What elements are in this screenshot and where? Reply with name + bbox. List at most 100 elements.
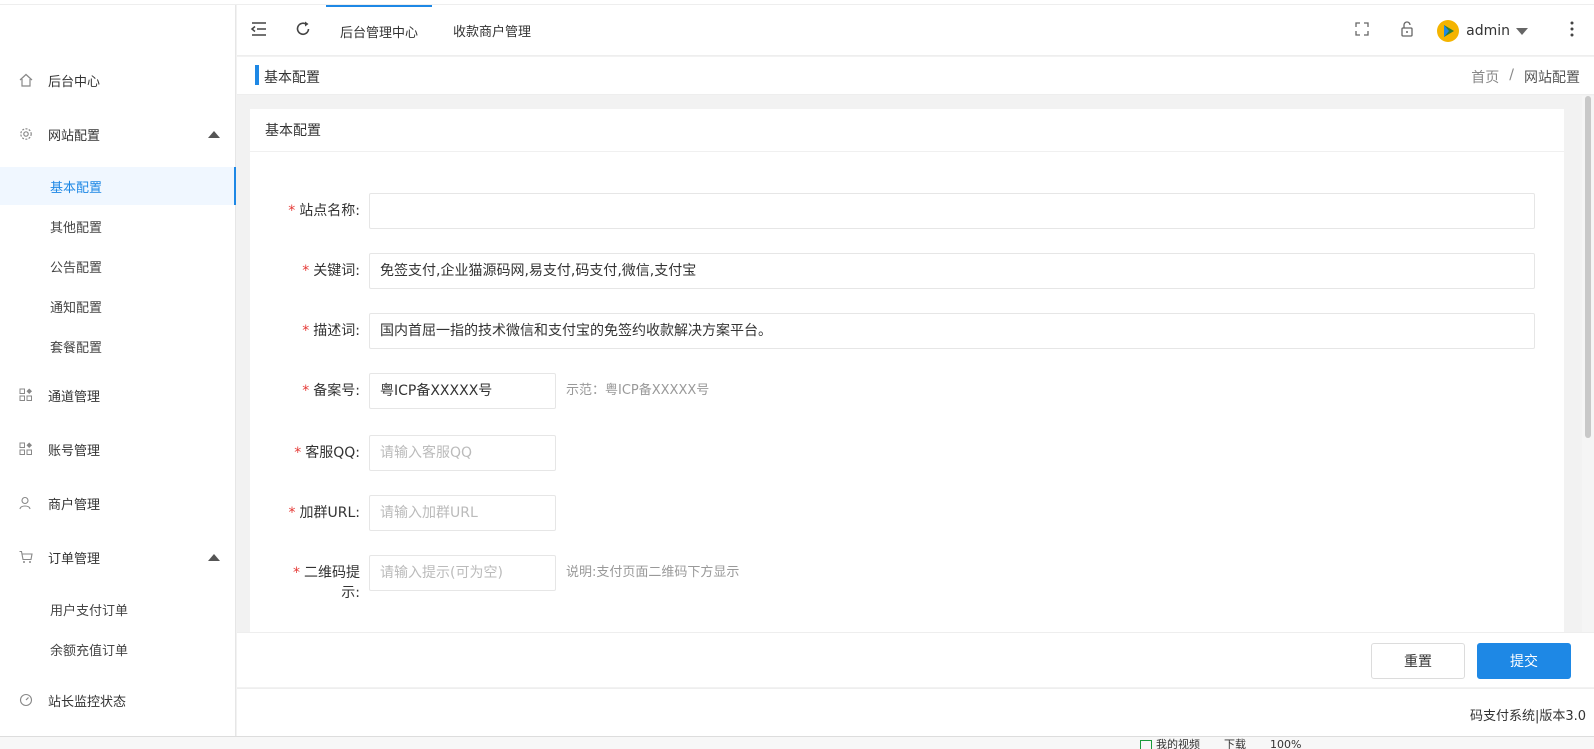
sidebar-subitem-label: 余额充值订单	[50, 643, 129, 659]
statusbar-items: 我的视频 下载 100%	[1140, 739, 1301, 749]
statusbar-my-videos[interactable]: 我的视频	[1140, 739, 1200, 749]
collapse-menu-icon[interactable]	[249, 19, 269, 39]
required-mark: *	[294, 445, 302, 461]
avatar	[1437, 20, 1460, 42]
field-label-text: 关键词:	[313, 263, 360, 279]
card-title: 基本配置	[250, 109, 1564, 152]
required-mark: *	[302, 383, 310, 399]
service-qq-input[interactable]: 请输入客服QQ	[369, 435, 556, 471]
sidebar-subitem-notice-config[interactable]: 公告配置	[0, 247, 236, 285]
submit-button[interactable]: 提交	[1477, 643, 1571, 679]
breadcrumb: 首页 / 网站配置	[1471, 67, 1580, 87]
breadcrumb-home-link[interactable]: 首页	[1471, 67, 1499, 87]
field-label-text: 描述词:	[313, 323, 360, 339]
user-name: admin	[1466, 23, 1510, 39]
user-icon	[19, 496, 31, 510]
tab-merchant-management[interactable]: 收款商户管理	[439, 5, 545, 56]
statusbar-label: 我的视频	[1156, 738, 1200, 749]
basic-config-card: 基本配置 * 站点名称: * 关键词: 免签支付,企业猫源码网,易支付,码支付,微信…	[250, 109, 1564, 681]
top-header: 后台管理中心 收款商户管理 admin	[237, 5, 1594, 56]
sidebar-item-channels[interactable]: 通道管理	[0, 375, 236, 415]
required-mark: *	[288, 203, 296, 219]
sidebar-item-label: 站长监控状态	[48, 694, 127, 710]
sidebar-item-monitor-status[interactable]: 站长监控状态	[0, 680, 236, 720]
qrcode-tip-hint: 说明:支付页面二维码下方显示	[566, 565, 740, 580]
sidebar-subitem-package-config[interactable]: 套餐配置	[0, 327, 236, 365]
sidebar-subitem-label: 通知配置	[50, 300, 103, 316]
sidebar-subitem-label: 用户支付订单	[50, 603, 129, 619]
footer: 码支付系统|版本3.0	[237, 688, 1594, 736]
required-mark: *	[293, 565, 300, 581]
scrollbar-thumb[interactable]	[1585, 96, 1591, 438]
field-label: * 客服QQ:	[250, 443, 360, 463]
statusbar-download[interactable]: 下载	[1224, 739, 1246, 749]
field-label: * 加群URL:	[250, 503, 361, 523]
sidebar-item-label: 商户管理	[48, 497, 101, 513]
user-menu[interactable]: admin	[1436, 17, 1528, 45]
caret-down-icon	[1516, 27, 1528, 35]
gauge-icon	[19, 693, 33, 707]
site-name-input[interactable]	[369, 193, 1535, 229]
page-title: 基本配置	[264, 70, 320, 86]
field-label-text: 客服QQ:	[305, 445, 360, 461]
tab-label: 后台管理中心	[340, 26, 419, 41]
field-label: * 备案号:	[250, 381, 360, 401]
breadcrumb-current: 网站配置	[1524, 70, 1580, 86]
refresh-icon[interactable]	[293, 19, 313, 39]
content-scrollbar[interactable]	[1582, 96, 1594, 681]
page-title-bar: 基本配置 首页 / 网站配置	[237, 57, 1594, 95]
sidebar-item-dashboard[interactable]: 后台中心	[0, 60, 236, 100]
sidebar-item-orders[interactable]: 订单管理	[0, 537, 236, 577]
required-mark: *	[288, 505, 296, 521]
grid-icon	[19, 388, 32, 401]
version-text: 码支付系统|版本3.0	[1469, 709, 1586, 724]
sidebar-item-label: 账号管理	[48, 443, 101, 459]
sidebar: 后台中心 网站配置 基本配置 其他配置 公告配置 通知配置 套餐配置 通道管理 …	[0, 5, 236, 736]
reset-button[interactable]: 重置	[1371, 643, 1465, 679]
main-content: 基本配置 * 站点名称: * 关键词: 免签支付,企业猫源码网,易支付,码支付,微信…	[237, 96, 1594, 681]
cart-icon	[19, 550, 33, 563]
icp-hint: 示范：粤ICP备XXXXX号	[566, 383, 710, 398]
sidebar-item-site-config[interactable]: 网站配置	[0, 114, 236, 154]
field-label-text: 备案号:	[313, 383, 360, 399]
chevron-up-icon	[208, 131, 220, 138]
qrcode-tip-input[interactable]: 请输入提示(可为空)	[369, 555, 556, 591]
tab-admin-center[interactable]: 后台管理中心	[326, 5, 433, 56]
icp-input[interactable]: 粤ICP备XXXXX号	[369, 373, 556, 409]
sidebar-subitem-notify-config[interactable]: 通知配置	[0, 287, 236, 325]
sidebar-item-label: 通道管理	[48, 389, 101, 405]
tab-label: 收款商户管理	[453, 25, 532, 40]
home-icon	[19, 73, 33, 87]
more-vertical-icon[interactable]	[1567, 19, 1577, 39]
sidebar-subitem-label: 公告配置	[50, 260, 103, 276]
app-window: 后台中心 网站配置 基本配置 其他配置 公告配置 通知配置 套餐配置 通道管理 …	[0, 0, 1594, 749]
description-input[interactable]: 国内首屈一指的技术微信和支付宝的免签约收款解决方案平台。	[369, 313, 1535, 349]
sidebar-subitem-other-config[interactable]: 其他配置	[0, 207, 236, 245]
field-label: * 站点名称:	[250, 201, 360, 221]
field-label-text-line2: 示:	[341, 585, 360, 601]
keywords-input[interactable]: 免签支付,企业猫源码网,易支付,码支付,微信,支付宝	[369, 253, 1535, 289]
field-label-text: 加群URL:	[299, 505, 361, 521]
fullscreen-icon[interactable]	[1352, 19, 1372, 39]
sidebar-subitem-label: 其他配置	[50, 220, 103, 236]
sidebar-item-accounts[interactable]: 账号管理	[0, 429, 236, 469]
sidebar-subitem-basic-config[interactable]: 基本配置	[0, 167, 236, 205]
sidebar-item-merchants[interactable]: 商户管理	[0, 483, 236, 523]
sidebar-item-label: 网站配置	[48, 128, 101, 144]
field-label-text: 二维码提	[304, 565, 360, 581]
form-actions: 重置 提交	[237, 632, 1594, 687]
group-url-input[interactable]: 请输入加群URL	[369, 495, 556, 531]
chevron-up-icon	[208, 554, 220, 561]
sidebar-item-label: 后台中心	[48, 74, 101, 90]
field-label: * 描述词:	[250, 321, 360, 341]
required-mark: *	[302, 263, 310, 279]
title-marker	[255, 65, 259, 85]
sidebar-subitem-balance-recharge-orders[interactable]: 余额充值订单	[0, 630, 236, 668]
grid-icon	[19, 442, 32, 455]
lock-icon[interactable]	[1397, 19, 1417, 39]
sidebar-subitem-user-payment-orders[interactable]: 用户支付订单	[0, 590, 236, 628]
statusbar-zoom[interactable]: 100%	[1270, 739, 1301, 749]
play-icon	[1140, 739, 1152, 749]
sidebar-subitem-label: 基本配置	[50, 180, 103, 196]
sidebar-item-label: 订单管理	[48, 551, 101, 567]
